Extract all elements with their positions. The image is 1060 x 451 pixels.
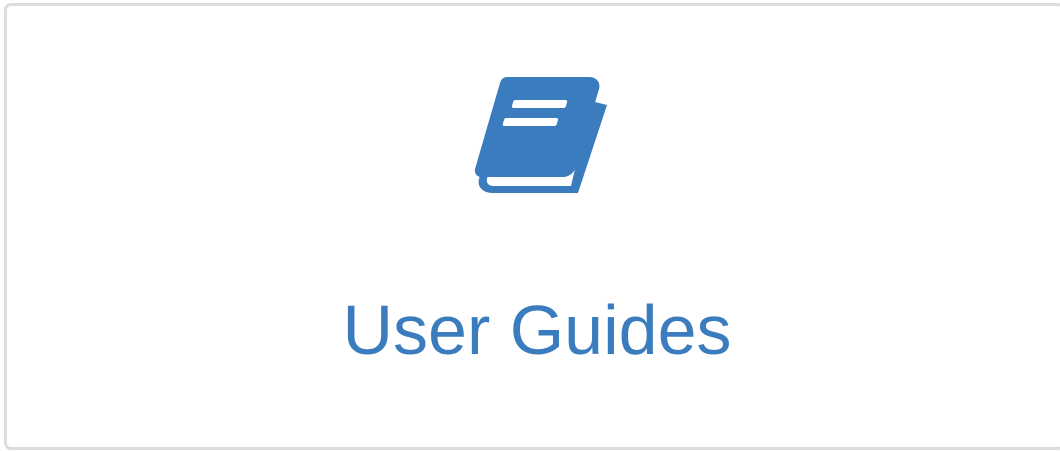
book-icon (467, 71, 617, 203)
card-title: User Guides (342, 291, 732, 369)
user-guides-card[interactable]: User Guides (4, 3, 1060, 450)
